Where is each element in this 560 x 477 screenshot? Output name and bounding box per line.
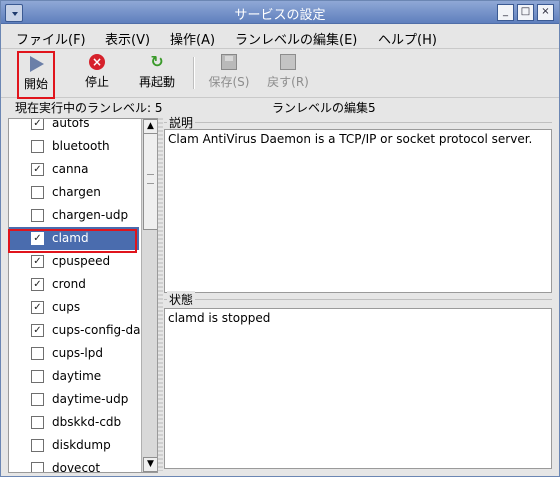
close-window-button[interactable]: × <box>537 4 554 21</box>
service-checkbox[interactable]: ✓ <box>31 119 44 130</box>
service-row[interactable]: ✓ cups <box>9 296 139 319</box>
service-row[interactable]: diskdump <box>9 434 139 457</box>
service-row[interactable]: daytime <box>9 365 139 388</box>
service-name: cpuspeed <box>52 254 111 268</box>
revert-button[interactable]: 戻す(R) <box>263 51 313 95</box>
service-name: chargen <box>52 185 101 199</box>
description-text: Clam AntiVirus Daemon is a TCP/IP or soc… <box>164 129 552 293</box>
scroll-down-button[interactable]: ▼ <box>143 457 157 472</box>
service-name: autofs <box>52 118 90 130</box>
service-list[interactable]: ✓ autofs bluetooth ✓ canna chargen chargen-udp… <box>8 118 158 473</box>
start-button[interactable]: 開始 <box>17 51 55 99</box>
service-checkbox[interactable]: ✓ <box>31 278 44 291</box>
menu-bar: ファイル(F) 表示(V) 操作(A) ランレベルの編集(E) ヘルプ(H) <box>1 24 559 49</box>
service-name: diskdump <box>52 438 111 452</box>
menu-action[interactable]: 操作(A) <box>170 29 215 48</box>
service-name: daytime <box>52 369 102 383</box>
service-row[interactable]: ✓ cpuspeed <box>9 250 139 273</box>
services-config-window: サービスの設定 _ □ × ファイル(F) 表示(V) 操作(A) ランレベルの… <box>0 0 560 477</box>
menu-help[interactable]: ヘルプ(H) <box>378 29 437 48</box>
current-runlevel-label: 現在実行中のランレベル: 5 <box>15 101 163 115</box>
minimize-button[interactable]: _ <box>497 4 514 21</box>
service-checkbox[interactable]: ✓ <box>31 324 44 337</box>
service-row[interactable]: ✓ autofs <box>9 118 139 135</box>
service-name: dovecot <box>52 461 101 473</box>
service-checkbox[interactable] <box>31 186 44 199</box>
service-name: crond <box>52 277 86 291</box>
service-name: bluetooth <box>52 139 110 153</box>
service-name: cups <box>52 300 81 314</box>
service-checkbox[interactable]: ✓ <box>31 255 44 268</box>
revert-icon <box>279 53 297 71</box>
service-checkbox[interactable]: ✓ <box>31 163 44 176</box>
service-checkbox[interactable] <box>31 140 44 153</box>
service-row[interactable]: ✓ cups-config-da <box>9 319 141 342</box>
service-name: cups-config-da <box>52 323 141 337</box>
scroll-up-button[interactable]: ▲ <box>143 119 157 134</box>
service-checkbox[interactable] <box>31 370 44 383</box>
service-name: daytime-udp <box>52 392 129 406</box>
menu-view[interactable]: 表示(V) <box>105 29 150 48</box>
status-text: clamd is stopped <box>164 308 552 469</box>
service-name: dbskkd-cdb <box>52 415 122 429</box>
menu-file[interactable]: ファイル(F) <box>16 29 86 48</box>
service-list-scrollbar[interactable]: ▲ ▼ <box>141 119 157 472</box>
stop-icon: × <box>88 53 106 71</box>
save-icon <box>220 53 238 71</box>
service-checkbox[interactable] <box>31 416 44 429</box>
edit-runlevel-label: ランレベルの編集5 <box>272 101 376 115</box>
service-name: cups-lpd <box>52 346 103 360</box>
status-label: 状態 <box>167 291 196 308</box>
service-checkbox[interactable] <box>31 462 44 472</box>
status-group: 状態 <box>164 291 552 308</box>
service-row[interactable]: cups-lpd <box>9 342 139 365</box>
service-name: canna <box>52 162 89 176</box>
service-row[interactable]: ✓ crond <box>9 273 139 296</box>
play-icon <box>27 55 45 73</box>
restart-icon: ↻ <box>150 52 164 71</box>
stop-button[interactable]: × 停止 <box>79 51 115 95</box>
service-row[interactable]: dovecot <box>9 457 139 473</box>
service-row[interactable]: ✓ canna <box>9 158 139 181</box>
pane-splitter[interactable] <box>158 118 163 471</box>
service-row[interactable]: chargen <box>9 181 139 204</box>
maximize-button[interactable]: □ <box>517 4 534 21</box>
service-checkbox[interactable] <box>31 209 44 222</box>
title-bar: サービスの設定 _ □ × <box>1 1 559 24</box>
service-checkbox[interactable] <box>31 439 44 452</box>
toolbar-separator <box>193 57 195 89</box>
selection-highlight-box <box>8 229 137 253</box>
save-button[interactable]: 保存(S) <box>204 51 254 95</box>
description-group: 説明 <box>164 114 552 131</box>
service-checkbox[interactable] <box>31 347 44 360</box>
menu-edit-runlevel[interactable]: ランレベルの編集(E) <box>235 29 357 48</box>
restart-button[interactable]: ↻ 再起動 <box>134 51 180 95</box>
scrollbar-thumb[interactable] <box>143 133 157 230</box>
service-checkbox[interactable] <box>31 393 44 406</box>
window-title: サービスの設定 <box>234 8 326 23</box>
toolbar: 開始 × 停止 ↻ 再起動 保存(S) 戻す(R) <box>1 49 559 99</box>
service-row[interactable]: daytime-udp <box>9 388 139 411</box>
service-row[interactable]: dbskkd-cdb <box>9 411 139 434</box>
service-checkbox[interactable]: ✓ <box>31 301 44 314</box>
service-name: chargen-udp <box>52 208 129 222</box>
service-row[interactable]: chargen-udp <box>9 204 139 227</box>
service-row[interactable]: bluetooth <box>9 135 139 158</box>
